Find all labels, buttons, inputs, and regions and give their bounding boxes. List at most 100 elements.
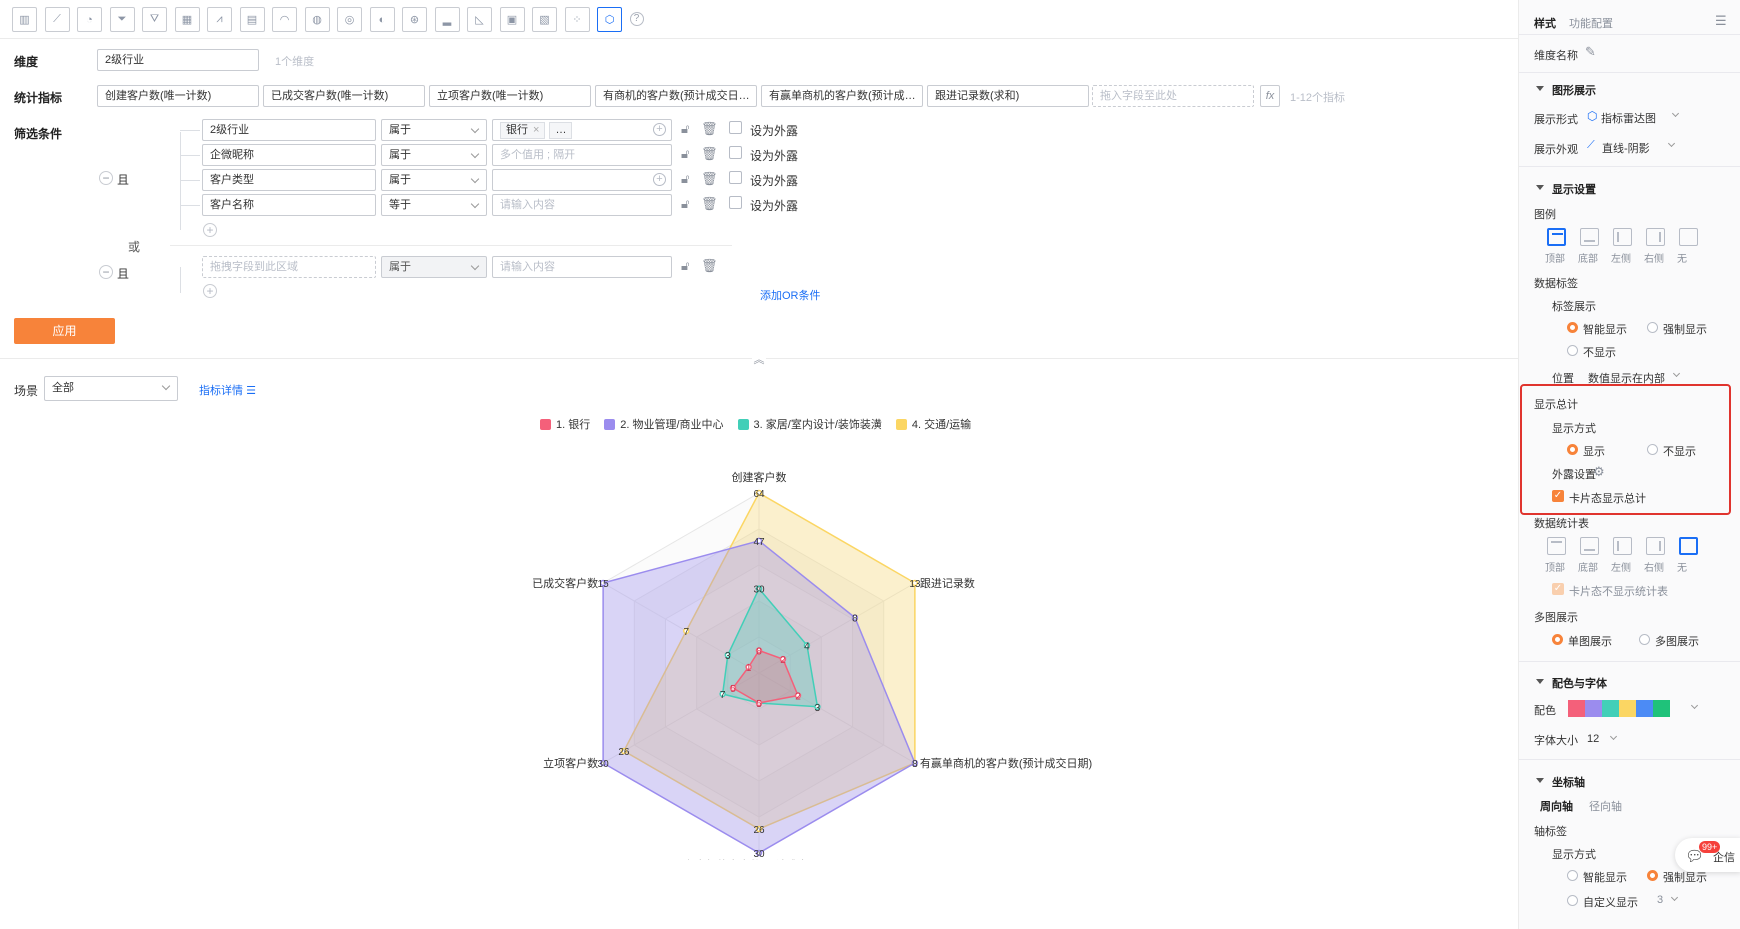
- table-icon[interactable]: ▦: [174, 7, 200, 32]
- combo-chart-icon[interactable]: ⩘: [207, 7, 232, 32]
- legend-item[interactable]: 4. 交通/运输: [895, 416, 971, 432]
- dimension-field[interactable]: 2级行业: [97, 49, 259, 71]
- metric-chip[interactable]: 立项客户数(唯一计数): [429, 85, 591, 107]
- trash-icon[interactable]: 🗑︎: [701, 147, 718, 161]
- expand-icon[interactable]: [1536, 86, 1544, 91]
- expose-checkbox[interactable]: [729, 171, 742, 184]
- trash-icon[interactable]: 🗑︎: [701, 197, 718, 211]
- value-input[interactable]: 请输入内容: [492, 194, 672, 216]
- tab-radial-axis[interactable]: 径向轴: [1589, 798, 1622, 814]
- operator-select[interactable]: 属于: [381, 144, 487, 166]
- tab-function-config[interactable]: 功能配置: [1569, 15, 1613, 31]
- radio-force[interactable]: [1647, 322, 1658, 333]
- gauge-icon[interactable]: ◠: [272, 7, 297, 32]
- line-chart-icon[interactable]: ⟋: [44, 7, 70, 32]
- collapse-group-button[interactable]: −: [99, 171, 113, 185]
- stat-position-2[interactable]: [1613, 537, 1632, 555]
- chevron-down-icon[interactable]: [1667, 139, 1676, 148]
- dot-plot-icon[interactable]: ⁘: [564, 7, 590, 32]
- value-input[interactable]: +: [492, 169, 672, 191]
- scene-select[interactable]: 全部: [44, 376, 178, 401]
- display-look-value[interactable]: 直线-阴影: [1602, 140, 1650, 156]
- help-icon[interactable]: ?: [629, 12, 644, 26]
- chevron-down-icon[interactable]: [1671, 109, 1680, 118]
- metric-detail-link[interactable]: 指标详情 ☰: [199, 382, 256, 398]
- globe-map-icon[interactable]: ◐: [369, 7, 395, 32]
- metric-chip[interactable]: 有商机的客户数(预计成交日…: [595, 85, 757, 107]
- geo-map-icon[interactable]: ◎: [337, 7, 362, 32]
- chevron-down-icon[interactable]: [1609, 732, 1618, 741]
- operator-select[interactable]: 属于: [381, 256, 487, 278]
- value-input[interactable]: 多个值用 ; 隔开: [492, 144, 672, 166]
- lock-icon[interactable]: 🔓︎: [681, 172, 689, 186]
- drop-field-zone[interactable]: 拖拽字段到此区域: [202, 256, 376, 278]
- operator-select[interactable]: 属于: [381, 169, 487, 191]
- section-axis[interactable]: 坐标轴: [1552, 774, 1585, 790]
- chat-widget[interactable]: 💬︎ 99+ 企信: [1675, 838, 1740, 872]
- metric-chip[interactable]: 已成交客户数(唯一计数): [263, 85, 425, 107]
- trash-icon[interactable]: 🗑︎: [701, 259, 718, 273]
- legend-position-3[interactable]: [1646, 228, 1665, 246]
- metric-chip[interactable]: 创建客户数(唯一计数): [97, 85, 259, 107]
- radio-single[interactable]: [1552, 634, 1563, 645]
- lock-icon[interactable]: 🔓︎: [681, 259, 689, 273]
- radio-hide[interactable]: [1567, 345, 1578, 356]
- legend-position-2[interactable]: [1613, 228, 1632, 246]
- formula-button[interactable]: fx: [1260, 85, 1280, 107]
- expose-checkbox[interactable]: [729, 196, 742, 209]
- legend-item[interactable]: 2. 物业管理/商业中心: [604, 416, 724, 432]
- legend-item[interactable]: 1. 银行: [540, 416, 590, 432]
- font-size-value[interactable]: 12: [1587, 733, 1599, 745]
- card-icon[interactable]: ▤: [239, 7, 265, 32]
- add-condition-button[interactable]: +: [203, 284, 217, 298]
- radio-axis-custom[interactable]: [1567, 895, 1578, 906]
- radio-axis-force[interactable]: [1647, 870, 1658, 881]
- stat-position-0[interactable]: [1547, 537, 1566, 555]
- legend-item[interactable]: 3. 家居/室内设计/装饰装潢: [737, 416, 882, 432]
- filter-field[interactable]: 客户名称: [202, 194, 376, 216]
- legend-position-4[interactable]: [1679, 228, 1698, 246]
- expand-icon[interactable]: [1536, 679, 1544, 684]
- add-or-condition-link[interactable]: 添加OR条件: [760, 287, 821, 303]
- radio-axis-smart[interactable]: [1567, 870, 1578, 881]
- trash-icon[interactable]: 🗑︎: [701, 122, 718, 136]
- radar-chart-icon[interactable]: ⬡: [597, 7, 622, 32]
- add-circle-icon[interactable]: +: [653, 123, 666, 136]
- metric-chip[interactable]: 跟进记录数(求和): [927, 85, 1089, 107]
- filter-field[interactable]: 企微昵称: [202, 144, 376, 166]
- apply-button[interactable]: 应用: [14, 318, 115, 344]
- tab-circular-axis[interactable]: 周向轴: [1540, 798, 1573, 814]
- operator-select[interactable]: 属于: [381, 119, 487, 141]
- collapse-up-icon[interactable]: ︽: [752, 351, 766, 366]
- chevron-down-icon[interactable]: [1670, 893, 1679, 902]
- image-grid-icon[interactable]: ▣: [499, 7, 525, 32]
- histogram-icon[interactable]: ▂: [434, 7, 460, 32]
- lock-icon[interactable]: 🔓︎: [681, 122, 689, 136]
- section-display[interactable]: 显示设置: [1552, 181, 1596, 197]
- radio-smart[interactable]: [1567, 322, 1578, 333]
- chevron-down-icon[interactable]: [1672, 369, 1681, 378]
- stat-position-1[interactable]: [1580, 537, 1599, 555]
- tab-style[interactable]: 样式: [1534, 15, 1556, 31]
- axis-custom-value[interactable]: 3: [1657, 894, 1663, 906]
- legend-position-1[interactable]: [1580, 228, 1599, 246]
- value-input[interactable]: 请输入内容: [492, 256, 672, 278]
- section-graph[interactable]: 图形展示: [1552, 82, 1596, 98]
- metric-chip[interactable]: 有赢单商机的客户数(预计成…: [761, 85, 923, 107]
- pie-chart-icon[interactable]: ◔: [77, 7, 102, 32]
- expand-icon[interactable]: [1536, 778, 1544, 783]
- area-chart-icon[interactable]: ◺: [467, 7, 492, 32]
- expose-checkbox[interactable]: [729, 146, 742, 159]
- add-condition-button[interactable]: +: [203, 223, 217, 237]
- lock-icon[interactable]: 🔓︎: [681, 197, 689, 211]
- lock-icon[interactable]: 🔓︎: [681, 147, 689, 161]
- pivot-table-icon[interactable]: ▧: [532, 7, 557, 32]
- filter-field[interactable]: 客户类型: [202, 169, 376, 191]
- color-palette[interactable]: [1568, 700, 1670, 717]
- remove-tag-icon[interactable]: ×: [533, 124, 539, 136]
- display-form-value[interactable]: 指标雷达图: [1601, 110, 1656, 126]
- scatter-map-icon[interactable]: ⊛: [402, 7, 427, 32]
- funnel-alt-icon[interactable]: ⛛: [142, 7, 167, 32]
- funnel-icon[interactable]: ⏷: [109, 7, 135, 32]
- operator-select[interactable]: 等于: [381, 194, 487, 216]
